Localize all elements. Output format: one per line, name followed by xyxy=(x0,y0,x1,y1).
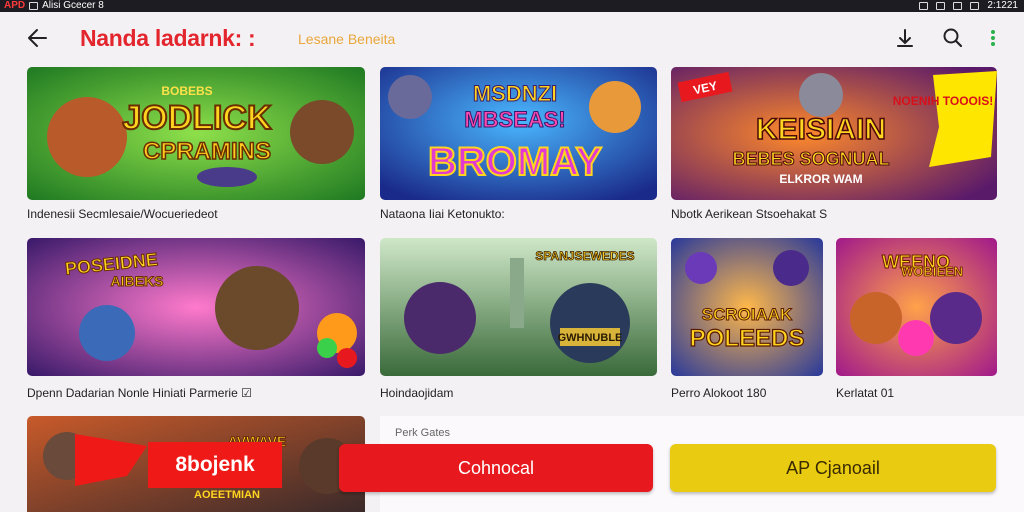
game-caption: Nbotk Aerikean Stsoehakat S xyxy=(671,207,828,221)
status-left-text: Alisi Gcecer 8 xyxy=(42,0,104,11)
art-text: BROMAY xyxy=(428,140,602,184)
game-thumbnail: MSDNZI MBSEAS! BROMAY xyxy=(380,67,657,200)
game-thumbnail: BOBEBS JODLICK CPRAMINS xyxy=(27,67,365,200)
art-text: JODLICK xyxy=(122,99,272,137)
game-caption: Nataona Iiai Ketonukto: xyxy=(380,207,505,221)
game-card[interactable]: POSEIDNE AIBEKS Dpenn Dadarian Nonle Hin… xyxy=(27,238,365,402)
game-caption: Kerlatat 01 xyxy=(836,386,895,400)
more-options-button[interactable] xyxy=(982,25,1004,51)
game-caption: Dpenn Dadarian Nonle Hiniati Parmerie ☑ xyxy=(27,386,252,400)
promo-tag: 8bojenk xyxy=(148,442,282,488)
art-text: ELKROR WAM xyxy=(779,172,862,186)
art-text: WOBIEEN xyxy=(901,264,963,279)
status-app-label: APD xyxy=(4,0,26,11)
ap-connect-button[interactable]: AP Cjanoail xyxy=(670,444,996,492)
art-text: MBSEAS! xyxy=(464,107,565,132)
art-text: GWHNUBLE xyxy=(558,332,623,344)
game-card[interactable]: MSDNZI MBSEAS! BROMAY Nataona Iiai Keton… xyxy=(380,67,657,227)
download-icon xyxy=(897,29,913,47)
cast-icon xyxy=(919,2,929,10)
game-card[interactable]: VEY NOENIH TOOOIS! WODI KEISIAIN BEBES S… xyxy=(671,67,997,227)
game-caption: Indenesii Secmlesaie/Wocueriedeot xyxy=(27,207,218,221)
game-caption: Hoindaojidam xyxy=(380,386,454,400)
game-thumbnail: SCROIAAK POLEEDS xyxy=(671,238,823,376)
art-text: BEBES SOGNUAL xyxy=(732,149,889,169)
more-vert-icon xyxy=(991,30,995,46)
status-time: 2:1221 xyxy=(987,0,1018,11)
game-card[interactable]: WEENO WOBIEEN Kerlatat 01 xyxy=(836,238,997,402)
panel-label: Perk Gates xyxy=(395,427,451,439)
back-button[interactable] xyxy=(24,24,52,52)
art-text: MSDNZI xyxy=(473,81,557,106)
search-icon xyxy=(943,28,963,48)
art-text: SPANJSEWEDES xyxy=(535,249,634,263)
art-text: AOEETMIAN xyxy=(194,489,260,501)
art-text: POLEEDS xyxy=(690,325,805,352)
signal-icon xyxy=(953,2,963,10)
art-text: KEISIAIN xyxy=(756,113,886,146)
status-bar: APD Alisi Gcecer 8 2:1221 xyxy=(0,0,1024,12)
game-card[interactable]: BOBEBS JODLICK CPRAMINS Indenesii Secmle… xyxy=(27,67,365,227)
connect-button[interactable]: Cohnocal xyxy=(339,444,653,492)
game-caption: Perro Alokoot 180 xyxy=(671,386,767,400)
art-text: SCROIAAK xyxy=(702,305,793,324)
battery-icon xyxy=(970,2,980,10)
search-button[interactable] xyxy=(940,25,966,51)
game-thumbnail: VEY NOENIH TOOOIS! WODI KEISIAIN BEBES S… xyxy=(671,67,997,200)
art-text: BOBEBS xyxy=(161,84,212,98)
art-text: CPRAMINS xyxy=(143,138,271,165)
app-toolbar: Nanda ladarnk: : Lesane Beneita xyxy=(0,12,1024,64)
page-title: Nanda ladarnk: : xyxy=(80,25,256,51)
page-subtitle: Lesane Beneita xyxy=(298,31,396,47)
wifi-icon xyxy=(936,2,946,10)
game-thumbnail: WEENO WOBIEEN xyxy=(836,238,997,376)
game-thumbnail: POSEIDNE AIBEKS xyxy=(27,238,365,376)
game-card[interactable]: GWHNUBLE SPANJSEWEDES Hoindaojidam xyxy=(380,238,657,402)
notification-icon xyxy=(29,2,39,10)
back-arrow-icon xyxy=(28,29,47,47)
download-button[interactable] xyxy=(892,25,918,51)
art-text: AIBEKS xyxy=(111,273,164,289)
game-thumbnail: GWHNUBLE SPANJSEWEDES xyxy=(380,238,657,376)
art-text: NOENIH TOOOIS! WODI xyxy=(893,94,997,108)
game-card[interactable]: SCROIAAK POLEEDS Perro Alokoot 180 xyxy=(671,238,823,402)
